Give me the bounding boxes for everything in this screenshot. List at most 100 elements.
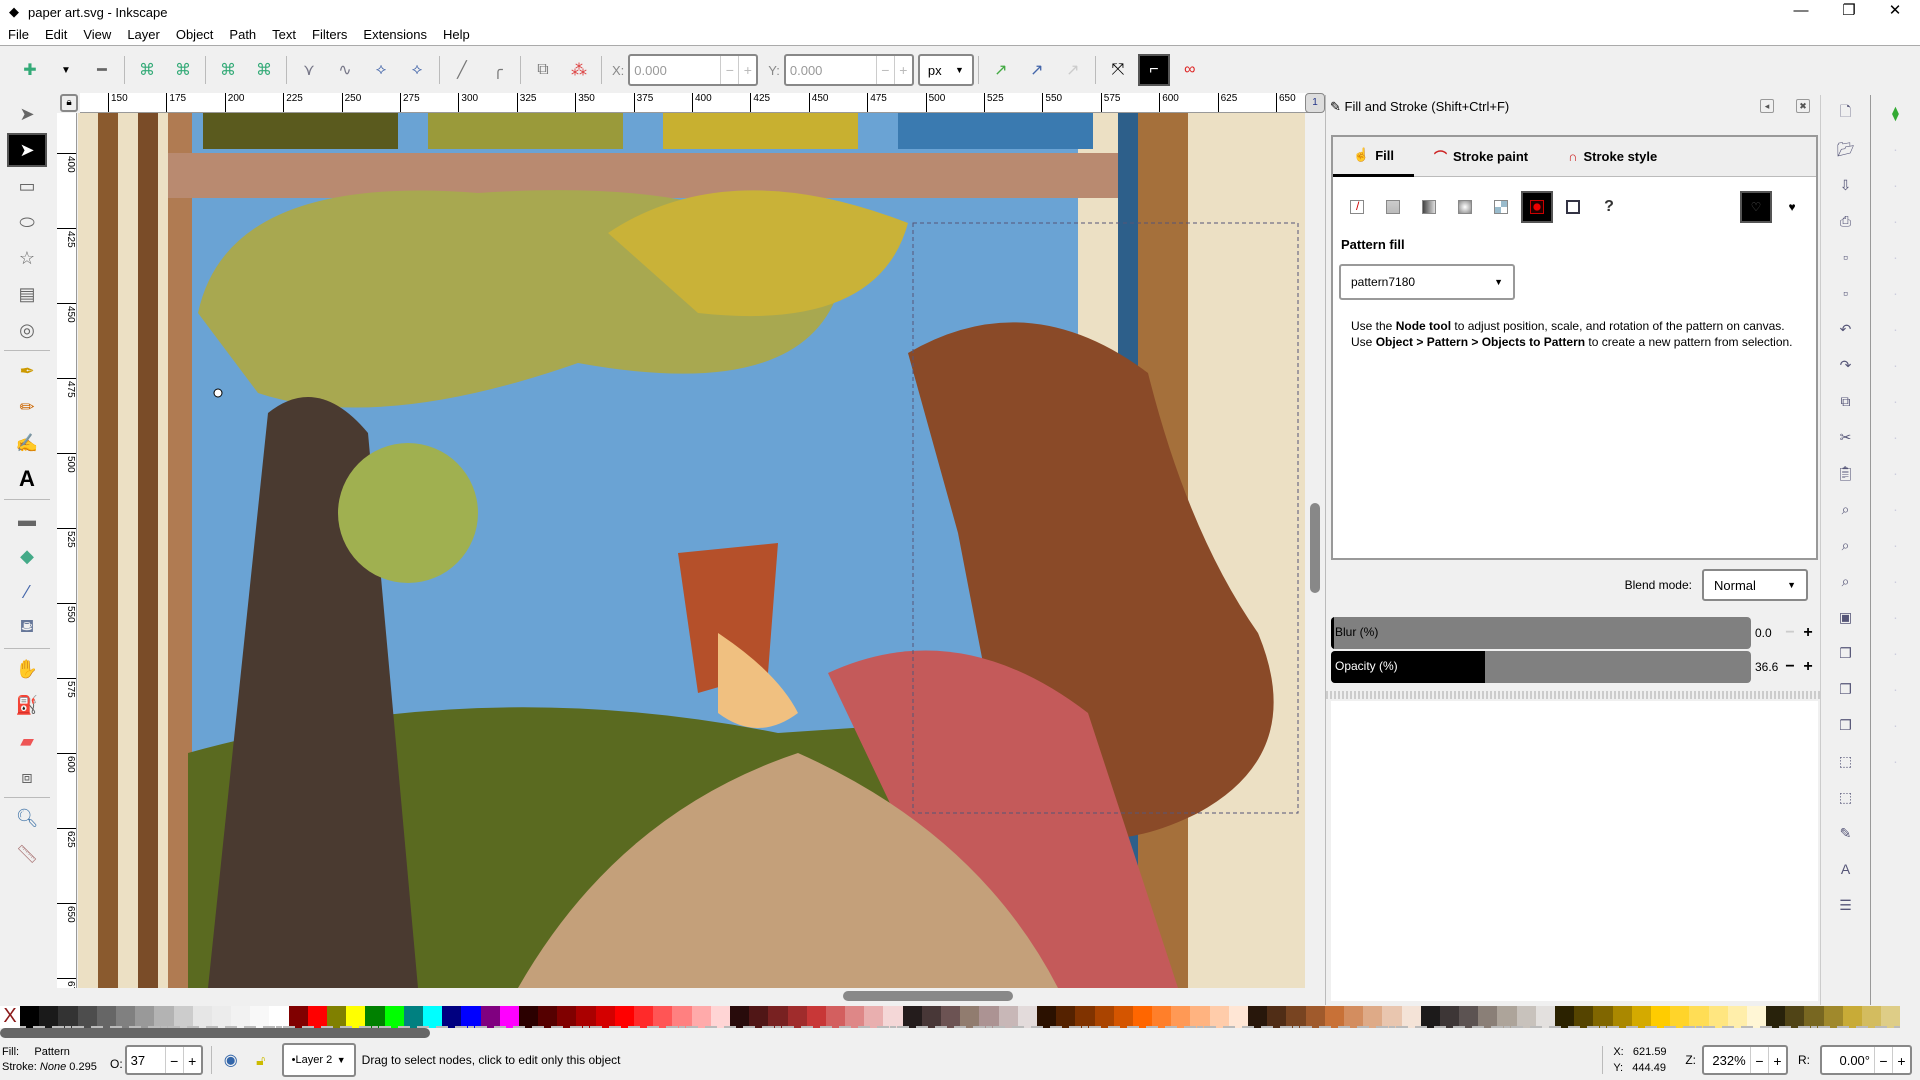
text-font-icon[interactable]: A <box>1832 855 1860 883</box>
new-document-icon[interactable]: 🗋︎ <box>1832 99 1860 127</box>
linear-gradient-button[interactable] <box>1413 191 1445 223</box>
rotation-input[interactable]: 0.00° − + <box>1820 1045 1912 1075</box>
next-path-effect-parameter-icon[interactable]: ↗ <box>985 54 1017 86</box>
color-swatch[interactable] <box>1650 1006 1671 1028</box>
unlink-clone-icon[interactable]: ❐ <box>1832 711 1860 739</box>
stroke-value[interactable]: None <box>40 1061 66 1073</box>
zoom-out-button[interactable]: − <box>1750 1047 1768 1073</box>
enable-snapping-icon[interactable]: ⧫ <box>1882 99 1910 127</box>
color-swatch[interactable] <box>595 1006 615 1028</box>
node-tool-icon[interactable]: ➤ <box>7 133 47 167</box>
color-swatch[interactable] <box>1842 1006 1862 1028</box>
vertical-scroll-thumb[interactable] <box>1310 503 1320 593</box>
star-tool-icon[interactable]: ☆ <box>7 241 47 275</box>
color-swatch[interactable] <box>115 1006 136 1028</box>
x-coordinate-value[interactable]: 0.000 <box>630 63 720 78</box>
fill-value[interactable]: Pattern <box>34 1046 69 1058</box>
zoom-correction-icon[interactable]: 1 <box>1305 93 1325 113</box>
tab-stroke-style[interactable]: ∩ Stroke style <box>1548 137 1677 177</box>
undo-icon[interactable]: ↶ <box>1832 315 1860 343</box>
menu-help[interactable]: Help <box>435 27 478 42</box>
color-swatch[interactable] <box>1881 1006 1901 1028</box>
ellipse-tool-icon[interactable]: ⬭ <box>7 205 47 239</box>
dock-close-button[interactable]: ✖ <box>1796 99 1810 113</box>
fill-rule-evenodd-icon[interactable]: ♡ <box>1740 191 1772 223</box>
blur-value[interactable]: 0.0 <box>1751 626 1781 640</box>
spray-tool-icon[interactable]: ⛽ <box>7 688 47 722</box>
zoom-input[interactable]: 232% − + <box>1702 1045 1788 1075</box>
open-icon[interactable]: 📂︎ <box>1832 135 1860 163</box>
color-swatch[interactable] <box>154 1006 174 1028</box>
pattern-select[interactable]: pattern7180 ▼ <box>1339 264 1515 300</box>
stroke-width-value[interactable]: 0.295 <box>69 1061 97 1073</box>
color-swatch[interactable] <box>403 1006 423 1028</box>
pencil-tool-icon[interactable]: ✏ <box>7 390 47 424</box>
color-swatch[interactable] <box>192 1006 212 1028</box>
menu-file[interactable]: File <box>0 27 37 42</box>
zoom-selection-icon[interactable]: ⌕ <box>1832 495 1860 523</box>
spiral-tool-icon[interactable]: ◎ <box>7 313 47 347</box>
gradient-tool-icon[interactable]: ▬ <box>7 503 47 537</box>
color-swatch[interactable] <box>1420 1006 1440 1028</box>
zoom-drawing-icon[interactable]: ⌕ <box>1832 531 1860 559</box>
color-swatch[interactable] <box>1094 1006 1114 1028</box>
color-swatch[interactable] <box>1152 1006 1172 1028</box>
dropper-tool-icon[interactable]: ⁄ <box>7 575 47 609</box>
opacity-increment-button[interactable]: + <box>182 1047 201 1073</box>
color-swatch[interactable] <box>1497 1006 1517 1028</box>
color-swatch[interactable] <box>538 1006 558 1028</box>
color-swatch[interactable] <box>1363 1006 1383 1028</box>
color-swatch[interactable] <box>864 1006 884 1028</box>
break-path-icon[interactable]: ⌘ <box>167 54 199 86</box>
cusp-node-icon[interactable]: ⋎ <box>293 54 325 86</box>
horizontal-scrollbar[interactable] <box>78 988 1308 1004</box>
color-swatch[interactable] <box>384 1006 404 1028</box>
color-swatch[interactable] <box>1459 1006 1479 1028</box>
rotation-center[interactable] <box>213 388 223 398</box>
color-swatch[interactable] <box>1305 1006 1325 1028</box>
color-swatch[interactable] <box>442 1006 462 1028</box>
snap-rotation-center-icon[interactable]: · <box>1882 603 1910 631</box>
color-swatch[interactable] <box>1593 1006 1613 1028</box>
snap-grid-icon[interactable]: · <box>1882 711 1910 739</box>
duplicate-icon[interactable]: ❐ <box>1832 639 1860 667</box>
export-png-icon[interactable]: ▫ <box>1832 279 1860 307</box>
redo-icon[interactable]: ↷ <box>1832 351 1860 379</box>
color-swatch[interactable] <box>250 1006 270 1028</box>
color-swatch[interactable] <box>634 1006 654 1028</box>
x-decrement-button[interactable]: − <box>720 56 738 84</box>
color-swatch[interactable] <box>1113 1006 1133 1028</box>
rectangle-tool-icon[interactable]: ▭ <box>7 169 47 203</box>
paste-icon[interactable]: 📋︎ <box>1832 459 1860 487</box>
color-swatch[interactable] <box>998 1006 1018 1028</box>
color-swatch[interactable] <box>614 1006 634 1028</box>
color-swatch[interactable] <box>1132 1006 1153 1028</box>
color-swatch[interactable] <box>1267 1006 1287 1028</box>
color-swatch[interactable] <box>1401 1006 1421 1028</box>
color-swatch[interactable] <box>327 1006 347 1028</box>
color-swatch[interactable] <box>346 1006 366 1028</box>
ungroup-icon[interactable]: ⬚ <box>1832 783 1860 811</box>
snap-bbox-midpoints-icon[interactable]: · <box>1882 243 1910 271</box>
cut-icon[interactable]: ✂ <box>1832 423 1860 451</box>
color-swatch[interactable] <box>518 1006 539 1028</box>
color-swatch[interactable] <box>231 1006 251 1028</box>
x-coordinate-input[interactable]: 0.000 − + <box>628 54 759 86</box>
color-swatch[interactable] <box>787 1006 807 1028</box>
color-swatch[interactable] <box>499 1006 519 1028</box>
menu-filters[interactable]: Filters <box>304 27 355 42</box>
radial-gradient-button[interactable] <box>1449 191 1481 223</box>
y-increment-button[interactable]: + <box>893 56 912 84</box>
color-swatch[interactable] <box>1785 1006 1805 1028</box>
color-swatch[interactable] <box>269 1006 289 1028</box>
color-swatch[interactable] <box>1708 1006 1728 1028</box>
bezier-tool-icon[interactable]: ✒ <box>7 354 47 388</box>
color-swatch[interactable] <box>960 1006 980 1028</box>
color-swatch[interactable] <box>1324 1006 1344 1028</box>
tweak-tool-icon[interactable]: ✋ <box>7 652 47 686</box>
rotate-cw-button[interactable]: + <box>1892 1047 1910 1073</box>
palette-scrollbar[interactable] <box>0 1028 430 1038</box>
color-swatch[interactable] <box>749 1006 769 1028</box>
color-swatch[interactable] <box>979 1006 999 1028</box>
color-swatch[interactable] <box>20 1006 40 1028</box>
